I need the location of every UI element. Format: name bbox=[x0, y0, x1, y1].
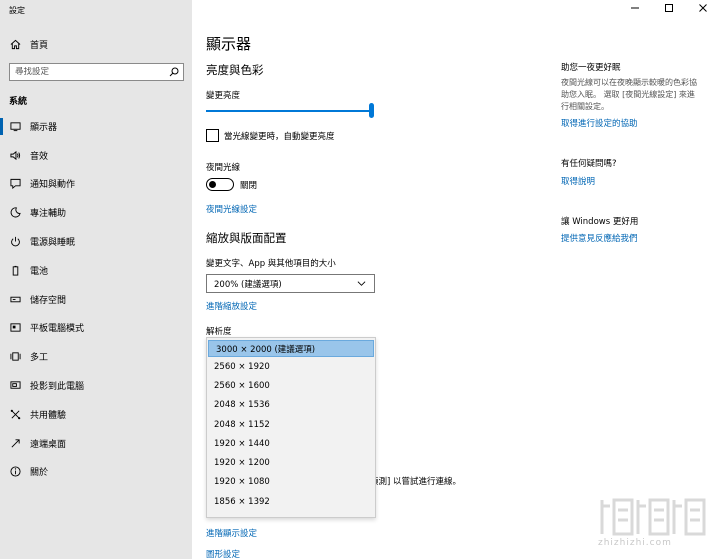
monitor-icon bbox=[0, 121, 30, 132]
advanced-scaling-link[interactable]: 進階縮放設定 bbox=[206, 300, 257, 312]
feedback-link[interactable]: 提供意見反應給我們 bbox=[561, 232, 638, 244]
scale-layout-heading: 縮放與版面配置 bbox=[206, 231, 287, 245]
get-help-link[interactable]: 取得說明 bbox=[561, 175, 595, 187]
sidebar-item-label: 儲存空間 bbox=[30, 295, 67, 306]
sidebar-item-power-sleep[interactable]: 電源與睡眠 bbox=[0, 227, 192, 256]
sleep-heading: 助您一夜更好眠 bbox=[561, 63, 621, 73]
auto-brightness-label: 當光線變更時，自動變更亮度 bbox=[224, 132, 335, 142]
sidebar-item-label: 遠端桌面 bbox=[30, 439, 67, 450]
sidebar-item-label: 平板電腦模式 bbox=[30, 324, 85, 335]
resolution-dropdown-list[interactable]: 3000 × 2000 (建議選項) 2560 × 1920 2560 × 16… bbox=[206, 337, 376, 518]
advanced-display-link[interactable]: 進階顯示設定 bbox=[206, 527, 257, 539]
night-light-toggle[interactable] bbox=[206, 178, 234, 191]
search-field[interactable] bbox=[9, 63, 184, 81]
sidebar-item-tablet-mode[interactable]: 平板電腦模式 bbox=[0, 314, 192, 343]
brightness-slider-thumb[interactable] bbox=[369, 103, 374, 118]
sidebar-item-storage[interactable]: 儲存空間 bbox=[0, 285, 192, 314]
resolution-option[interactable]: 1920 × 1080 bbox=[207, 473, 375, 492]
sidebar-item-display[interactable]: 顯示器 bbox=[0, 112, 192, 141]
battery-icon bbox=[0, 265, 30, 276]
sidebar-item-multitasking[interactable]: 多工 bbox=[0, 342, 192, 371]
brightness-heading: 亮度與色彩 bbox=[206, 63, 264, 77]
nav-list: 顯示器 音效 通知與動作 專注輔助 電源與睡眠 電池 儲存空間 平板電腦模式 多… bbox=[0, 112, 192, 486]
watermark-logo bbox=[600, 498, 706, 536]
resolution-option[interactable]: 1920 × 1440 bbox=[207, 434, 375, 453]
chevron-down-icon bbox=[357, 279, 366, 288]
page-title: 顯示器 bbox=[206, 35, 252, 53]
storage-icon bbox=[0, 294, 30, 305]
setup-help-link[interactable]: 取得進行設定的協助 bbox=[561, 117, 638, 129]
home-nav-item[interactable]: 首頁 bbox=[0, 33, 192, 55]
sidebar-item-label: 音效 bbox=[30, 151, 49, 162]
watermark-text: zhizhizhi.com bbox=[598, 538, 672, 548]
night-light-label: 夜間光線 bbox=[206, 163, 241, 173]
sidebar-item-label: 專注輔助 bbox=[30, 209, 67, 220]
tablet-icon bbox=[0, 322, 30, 333]
brightness-slider-track[interactable] bbox=[206, 110, 372, 112]
sidebar-item-label: 通知與動作 bbox=[30, 180, 76, 191]
search-input[interactable] bbox=[15, 67, 165, 77]
share-icon bbox=[0, 409, 30, 420]
sidebar-item-project[interactable]: 投影到此電腦 bbox=[0, 371, 192, 400]
search-icon[interactable] bbox=[165, 67, 183, 77]
night-light-state: 關閉 bbox=[240, 181, 258, 191]
resolution-option[interactable]: 2048 × 1536 bbox=[207, 396, 375, 415]
sidebar: 設定 首頁 系統 顯示器 音效 通知與動作 專注輔助 bbox=[0, 0, 192, 559]
scale-dropdown[interactable]: 200% (建議選項) bbox=[206, 274, 375, 293]
notification-icon bbox=[0, 178, 30, 190]
night-light-settings-link[interactable]: 夜間光線設定 bbox=[206, 203, 257, 215]
sidebar-item-label: 電源與睡眠 bbox=[30, 238, 76, 249]
graphics-settings-link[interactable]: 圖形設定 bbox=[206, 548, 240, 559]
sidebar-item-shared-experiences[interactable]: 共用體驗 bbox=[0, 400, 192, 429]
sidebar-item-about[interactable]: 關於 bbox=[0, 458, 192, 487]
sidebar-item-battery[interactable]: 電池 bbox=[0, 256, 192, 285]
info-icon bbox=[0, 466, 30, 477]
sidebar-item-label: 共用體驗 bbox=[30, 410, 67, 421]
auto-brightness-checkbox[interactable] bbox=[206, 129, 219, 142]
toggle-knob bbox=[209, 180, 216, 188]
window-title: 設定 bbox=[9, 6, 25, 15]
remote-icon bbox=[0, 438, 30, 449]
sidebar-item-label: 顯示器 bbox=[30, 122, 58, 133]
section-title: 系統 bbox=[9, 97, 28, 107]
resolution-option[interactable]: 1856 × 1392 bbox=[207, 492, 375, 511]
sidebar-item-label: 投影到此電腦 bbox=[30, 382, 85, 393]
resolution-option[interactable]: 3000 × 2000 (建議選項) bbox=[208, 340, 374, 357]
home-label: 首頁 bbox=[30, 40, 49, 51]
brightness-label: 變更亮度 bbox=[206, 91, 241, 101]
sidebar-item-focus-assist[interactable]: 專注輔助 bbox=[0, 198, 192, 227]
power-icon bbox=[0, 236, 30, 247]
scale-value: 200% (建議選項) bbox=[214, 279, 282, 290]
sidebar-item-notifications[interactable]: 通知與動作 bbox=[0, 170, 192, 199]
resolution-option[interactable]: 2560 × 1920 bbox=[207, 357, 375, 376]
sidebar-item-label: 多工 bbox=[30, 353, 49, 364]
sidebar-item-label: 關於 bbox=[30, 468, 49, 479]
multitask-icon bbox=[0, 351, 30, 362]
speaker-icon bbox=[0, 150, 30, 161]
detect-hint-text: 偵測] 以嘗試進行連線。 bbox=[370, 477, 462, 487]
sidebar-item-remote-desktop[interactable]: 遠端桌面 bbox=[0, 429, 192, 458]
resolution-label: 解析度 bbox=[206, 327, 232, 337]
sidebar-item-label: 電池 bbox=[30, 266, 49, 277]
questions-heading: 有任何疑問嗎? bbox=[561, 159, 617, 169]
sidebar-item-sound[interactable]: 音效 bbox=[0, 141, 192, 170]
moon-icon bbox=[0, 207, 30, 218]
project-icon bbox=[0, 380, 30, 391]
resolution-option[interactable]: 1920 × 1200 bbox=[207, 453, 375, 472]
scale-label: 變更文字、App 與其他項目的大小 bbox=[206, 259, 336, 269]
home-icon bbox=[0, 39, 30, 50]
resolution-option[interactable]: 2560 × 1600 bbox=[207, 376, 375, 395]
make-better-heading: 讓 Windows 更好用 bbox=[561, 217, 639, 227]
sleep-description: 夜間光線可以在夜晚顯示較暖的色彩協助您入眠。 選取 [夜間光線設定] 來進行相關… bbox=[561, 78, 697, 111]
resolution-option[interactable]: 2048 × 1152 bbox=[207, 415, 375, 434]
